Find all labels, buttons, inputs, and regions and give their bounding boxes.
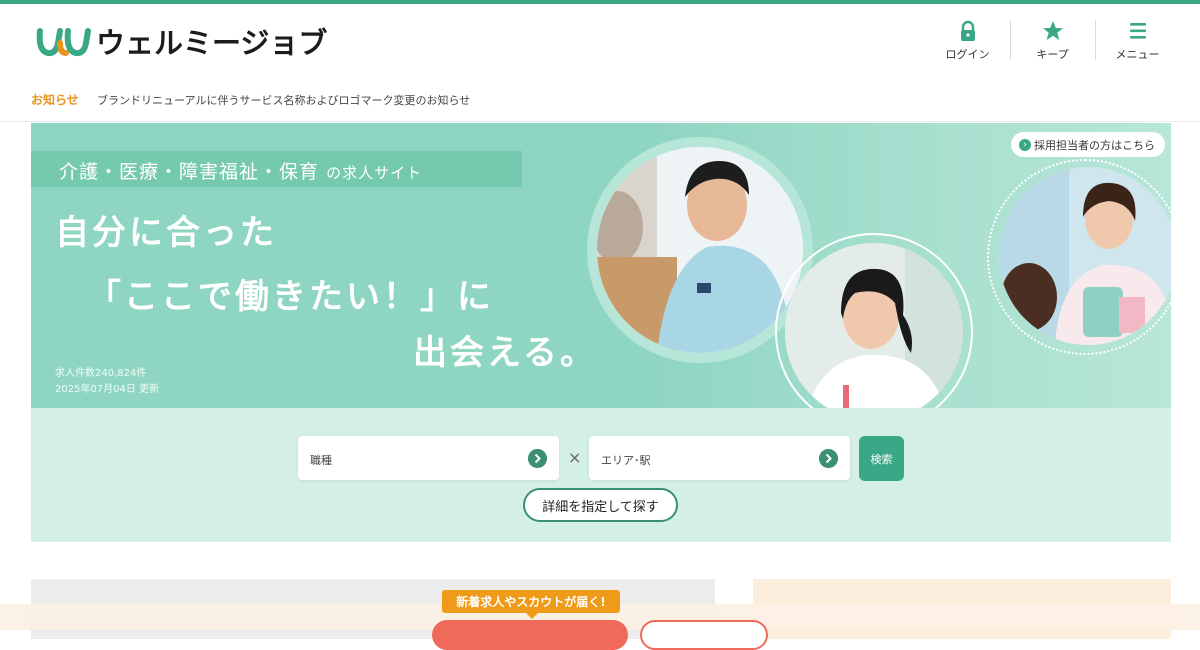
nav-keep[interactable]: キープ bbox=[1010, 16, 1095, 66]
search-panel: 職種 × エリア･駅 検索 詳細を指定して探す bbox=[31, 408, 1171, 542]
site-logo[interactable]: ウェルミージョブ bbox=[36, 20, 327, 62]
photo-caregiver bbox=[597, 147, 803, 353]
hero-headline-line1: 自分に合った bbox=[55, 213, 277, 253]
recruiter-link[interactable]: › 採用担当者の方はこちら bbox=[1011, 132, 1165, 157]
hero-headline-line3: 出会える。 bbox=[413, 333, 597, 373]
star-icon bbox=[1042, 21, 1063, 40]
cta-login-button[interactable] bbox=[640, 620, 768, 650]
nav-login[interactable]: ログイン bbox=[925, 16, 1010, 66]
photo-nurse bbox=[785, 243, 963, 408]
search-button[interactable]: 検索 bbox=[859, 436, 904, 481]
notice-link[interactable]: ブランドリニューアルに伴うサービス名称およびロゴマーク変更のお知らせ bbox=[97, 92, 470, 108]
job-count: 求人件数240,824件 bbox=[55, 368, 147, 379]
register-button[interactable] bbox=[432, 620, 628, 650]
site-header: ウェルミージョブ ログイン キープ メニュー bbox=[0, 4, 1200, 76]
recruiter-link-label: 採用担当者の方はこちら bbox=[1034, 138, 1155, 152]
hamburger-icon bbox=[1129, 23, 1146, 39]
chevron-right-icon bbox=[528, 449, 547, 468]
hero-subtitle: 介護・医療・障害福祉・保育 の求人サイト bbox=[59, 157, 422, 184]
photo-childcare bbox=[999, 167, 1171, 345]
logo-wordmark: ウェルミージョブ bbox=[96, 26, 328, 60]
area-placeholder: エリア･駅 bbox=[601, 454, 651, 467]
nav-keep-label: キープ bbox=[1036, 48, 1069, 61]
notice-bar: お知らせ ブランドリニューアルに伴うサービス名称およびロゴマーク変更のお知らせ bbox=[0, 76, 1200, 122]
area-select[interactable]: エリア･駅 bbox=[589, 436, 850, 480]
search-separator: × bbox=[568, 448, 582, 467]
chevron-right-icon: › bbox=[1019, 138, 1031, 151]
job-type-select[interactable]: 職種 bbox=[298, 436, 559, 480]
promo-bubble: 新着求人やスカウトが届く! bbox=[442, 590, 620, 619]
hero-subtitle-suffix: の求人サイト bbox=[326, 164, 423, 182]
update-date: 2025年07月04日 更新 bbox=[55, 384, 160, 395]
hero-headline-line2: 「ここで働きたい！」に bbox=[87, 277, 494, 317]
nav-menu[interactable]: メニュー bbox=[1095, 16, 1180, 66]
hero-subtitle-main: 介護・医療・障害福祉・保育 bbox=[59, 161, 320, 183]
nav-menu-label: メニュー bbox=[1115, 48, 1160, 61]
header-nav: ログイン キープ メニュー bbox=[925, 16, 1180, 66]
nav-login-label: ログイン bbox=[945, 48, 990, 61]
notice-tag: お知らせ bbox=[31, 93, 79, 107]
lock-icon bbox=[960, 20, 975, 41]
job-type-placeholder: 職種 bbox=[310, 454, 332, 467]
chevron-right-icon bbox=[819, 449, 838, 468]
detailed-search-button[interactable]: 詳細を指定して探す bbox=[523, 488, 678, 522]
hero-banner: 介護・医療・障害福祉・保育 の求人サイト 自分に合った 「ここで働きたい！」に … bbox=[31, 123, 1171, 408]
logo-mark-icon bbox=[36, 28, 91, 57]
